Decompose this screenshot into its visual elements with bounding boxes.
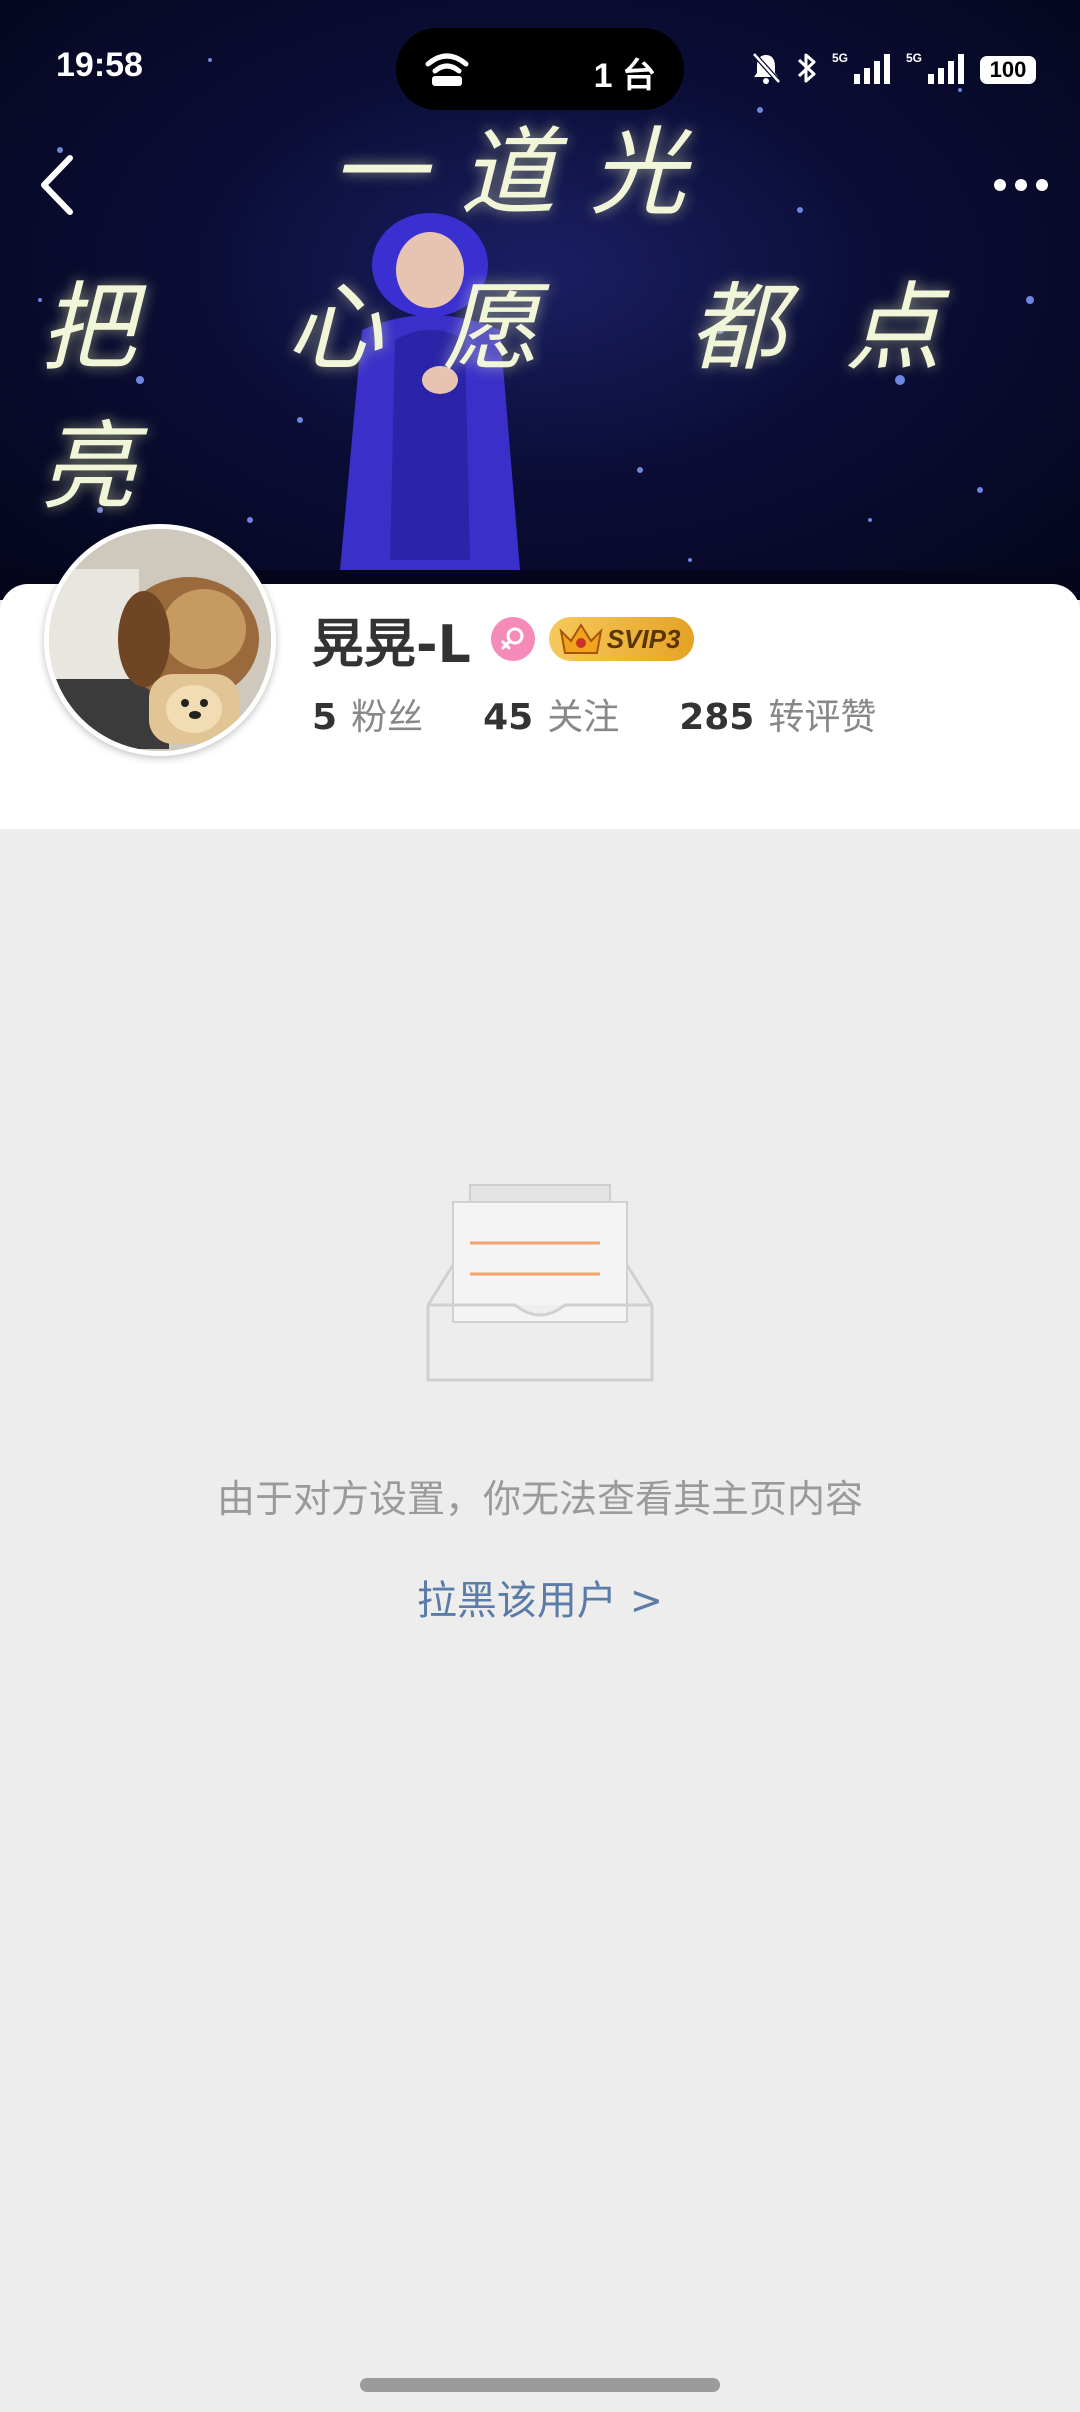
stat-interactions[interactable]: 285 转评赞 — [679, 688, 876, 740]
stat-label: 粉丝 — [351, 697, 424, 738]
bluetooth-icon — [796, 51, 818, 89]
status-icons: 5G 5G 100 — [750, 50, 1036, 90]
more-options-button[interactable] — [986, 160, 1056, 210]
home-indicator[interactable] — [360, 2378, 720, 2392]
svg-text:5G: 5G — [906, 51, 922, 65]
profile-stats: 5 粉丝 45 关注 285 转评赞 — [312, 688, 936, 740]
stat-number: 5 — [312, 697, 338, 738]
battery-indicator: 100 — [980, 56, 1036, 84]
restricted-profile-message: 由于对方设置，你无法查看其主页内容 — [216, 1477, 863, 1521]
cover-lyric-line-2: 把 心愿 都点亮 — [40, 272, 1002, 523]
female-icon — [490, 617, 535, 661]
stat-following[interactable]: 45 关注 — [483, 688, 619, 740]
username: 晃晃-L — [312, 614, 471, 675]
svip-badge[interactable]: SVIP3 — [548, 617, 695, 661]
dynamic-island-pill[interactable]: 1 台 — [396, 28, 684, 110]
status-bar: 19:58 1 台 5G 5G 100 — [0, 0, 1080, 140]
cast-icon — [424, 50, 470, 92]
stat-label: 关注 — [547, 697, 620, 738]
stat-label: 转评赞 — [768, 697, 877, 738]
stat-number: 285 — [679, 697, 755, 738]
empty-inbox-icon — [426, 1184, 654, 1382]
name-row: 晃晃-L SVIP3 — [312, 604, 695, 675]
mute-bell-icon — [750, 51, 782, 89]
stat-followers[interactable]: 5 粉丝 — [312, 688, 423, 740]
block-user-link[interactable]: 拉黑该用户 > — [0, 1568, 1080, 1626]
signal-icon: 5G — [906, 50, 966, 90]
svip-level-text: SVIP3 — [606, 623, 681, 654]
avatar[interactable] — [44, 524, 276, 756]
stat-number: 45 — [483, 697, 534, 738]
signal-icon: 5G — [832, 50, 892, 90]
back-button[interactable] — [30, 150, 90, 220]
crown-icon — [559, 623, 603, 654]
cast-device-count: 1 台 — [593, 57, 656, 95]
back-arrow-icon — [41, 155, 73, 215]
status-time: 19:58 — [56, 46, 143, 84]
more-dots-icon — [994, 179, 1048, 191]
svg-text:5G: 5G — [832, 51, 848, 65]
avatar-plush-dog-image — [49, 529, 271, 751]
